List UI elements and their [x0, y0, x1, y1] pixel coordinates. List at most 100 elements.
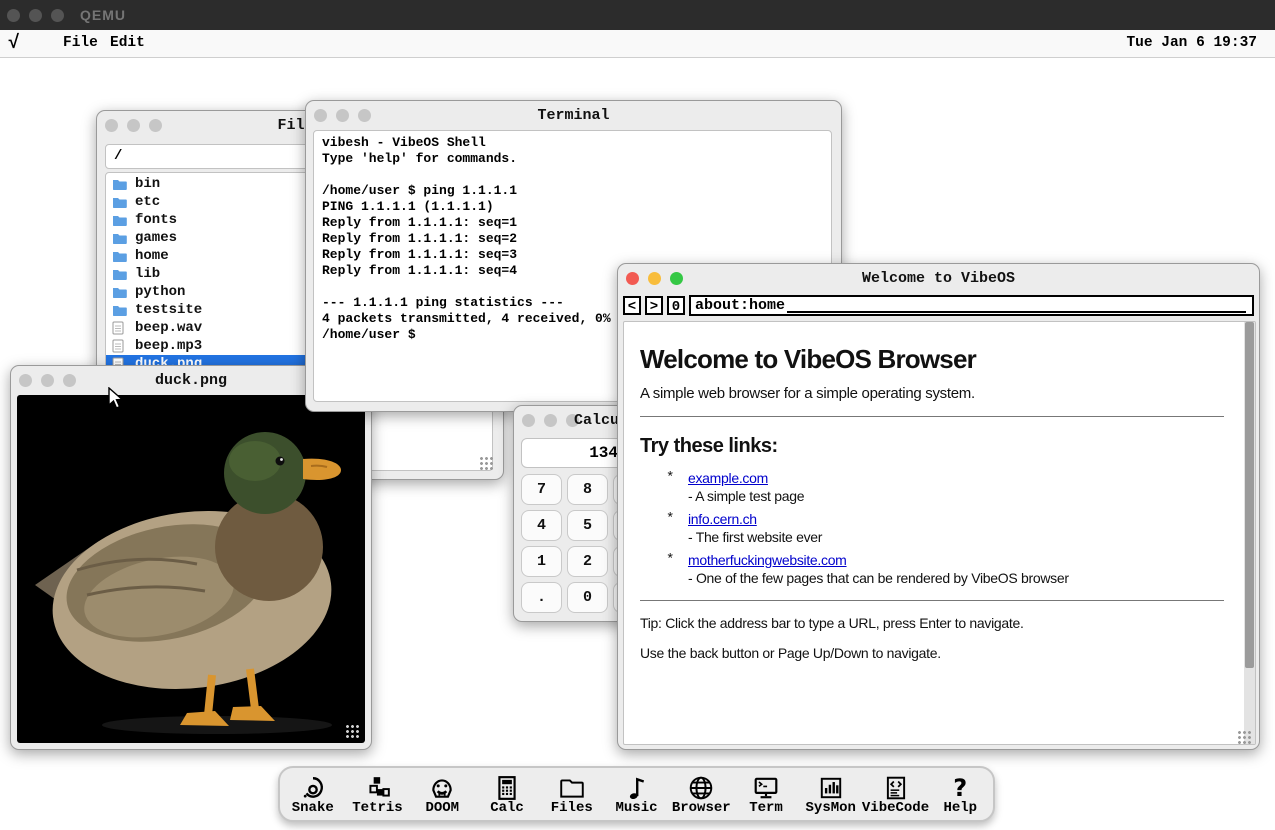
list-item: * example.com - A simple test page — [666, 470, 1224, 508]
qemu-titlebar: QEMU — [0, 0, 1275, 30]
terminal-titlebar[interactable]: Terminal — [306, 101, 841, 129]
file-icon — [112, 339, 128, 353]
folder-icon — [112, 249, 128, 263]
address-bar[interactable]: about:home — [689, 295, 1254, 316]
file-name: bin — [135, 176, 160, 192]
menu-file[interactable]: File — [63, 35, 98, 51]
dock-label: Browser — [672, 801, 731, 816]
link-motherfuckingwebsite-com[interactable]: motherfuckingwebsite.com — [688, 552, 847, 568]
link-example-com[interactable]: example.com — [688, 470, 768, 486]
forward-button[interactable]: > — [645, 296, 663, 315]
dock-label: VibeCode — [862, 801, 929, 816]
file-name: fonts — [135, 212, 177, 228]
calculator-display-value: 134 — [522, 439, 618, 467]
dock-item-help[interactable]: ? Help — [928, 773, 992, 816]
file-name: games — [135, 230, 177, 246]
bar-chart-icon — [818, 773, 844, 801]
file-name: etc — [135, 194, 160, 210]
calc-button-1[interactable]: 1 — [521, 546, 562, 577]
qemu-title: QEMU — [80, 7, 126, 23]
qemu-zoom-button[interactable] — [51, 9, 64, 22]
folder-icon — [112, 285, 128, 299]
calc-button-5[interactable]: 5 — [567, 510, 608, 541]
dock-label: Help — [943, 801, 977, 816]
file-name: python — [135, 284, 185, 300]
dock-label: Calc — [490, 801, 524, 816]
globe-icon — [688, 773, 714, 801]
file-icon — [112, 321, 128, 335]
link-description: - A simple test page — [688, 488, 804, 504]
tip-text: Use the back button or Page Up/Down to n… — [640, 645, 1224, 661]
link-info-cern-ch[interactable]: info.cern.ch — [688, 511, 757, 527]
resize-grip[interactable] — [1237, 730, 1252, 745]
mouse-cursor — [108, 387, 126, 416]
dock-label: Music — [615, 801, 657, 816]
terminal-line: Type 'help' for commands. — [322, 151, 823, 167]
dock-label: Snake — [292, 801, 334, 816]
dock-item-browser[interactable]: Browser — [669, 773, 733, 816]
snake-icon — [300, 773, 326, 801]
calc-button-7[interactable]: 7 — [521, 474, 562, 505]
resize-grip[interactable] — [345, 724, 360, 739]
calc-button-dot[interactable]: . — [521, 582, 562, 613]
duck-image — [17, 395, 365, 743]
back-button[interactable]: < — [623, 296, 641, 315]
resize-grip[interactable] — [479, 456, 494, 471]
terminal-line: Reply from 1.1.1.1: seq=1 — [322, 215, 823, 231]
folder-icon — [558, 773, 586, 801]
question-mark-icon: ? — [953, 773, 967, 801]
menu-edit[interactable]: Edit — [110, 35, 145, 51]
dock-item-sysmon[interactable]: SysMon — [799, 773, 863, 816]
browser-titlebar[interactable]: Welcome to VibeOS — [618, 264, 1259, 292]
scrollbar-track[interactable] — [1244, 322, 1255, 744]
dock-label: DOOM — [425, 801, 459, 816]
music-note-icon — [624, 773, 650, 801]
scrollbar-thumb[interactable] — [1245, 322, 1254, 668]
menu-clock: Tue Jan 6 19:37 — [1126, 35, 1257, 51]
dock-item-tetris[interactable]: Tetris — [346, 773, 410, 816]
terminal-line: PING 1.1.1.1 (1.1.1.1) — [322, 199, 823, 215]
duck-illustration — [17, 395, 365, 743]
list-item: * info.cern.ch - The first website ever — [666, 511, 1224, 549]
terminal-line: /home/user $ ping 1.1.1.1 — [322, 183, 823, 199]
dock-item-term[interactable]: Term — [734, 773, 798, 816]
browser-page: Welcome to VibeOS Browser A simple web b… — [624, 322, 1244, 744]
dock-label: Tetris — [352, 801, 402, 816]
terminal-line: vibesh - VibeOS Shell — [322, 135, 823, 151]
code-document-icon — [883, 773, 909, 801]
browser-title: Welcome to VibeOS — [618, 270, 1259, 287]
folder-icon — [112, 303, 128, 317]
dock-item-music[interactable]: Music — [605, 773, 669, 816]
calc-button-0[interactable]: 0 — [567, 582, 608, 613]
home-button[interactable]: 0 — [667, 296, 685, 315]
vibeos-logo: √ — [8, 32, 19, 54]
doom-icon — [429, 773, 455, 801]
folder-icon — [112, 177, 128, 191]
list-item: * motherfuckingwebsite.com - One of the … — [666, 552, 1224, 590]
terminal-icon — [753, 773, 779, 801]
tetris-icon — [365, 773, 391, 801]
browser-window: Welcome to VibeOS < > 0 about:home Welco… — [617, 263, 1260, 750]
list-bullet: * — [666, 552, 688, 590]
links-heading: Try these links: — [640, 435, 1224, 458]
dock-item-vibecode[interactable]: VibeCode — [864, 773, 928, 816]
folder-icon — [112, 195, 128, 209]
address-caret — [787, 298, 1246, 313]
link-description: - The first website ever — [688, 529, 822, 545]
qemu-minimize-button[interactable] — [29, 9, 42, 22]
dock-item-doom[interactable]: DOOM — [410, 773, 474, 816]
dock-item-calc[interactable]: Calc — [475, 773, 539, 816]
qemu-close-button[interactable] — [7, 9, 20, 22]
dock-item-files[interactable]: Files — [540, 773, 604, 816]
link-description: - One of the few pages that can be rende… — [688, 570, 1069, 586]
calc-button-4[interactable]: 4 — [521, 510, 562, 541]
dock-label: Term — [749, 801, 783, 816]
calc-button-2[interactable]: 2 — [567, 546, 608, 577]
dock: Snake Tetris DOOM — [278, 766, 995, 822]
calc-button-8[interactable]: 8 — [567, 474, 608, 505]
folder-icon — [112, 267, 128, 281]
file-name: testsite — [135, 302, 202, 318]
divider — [640, 416, 1224, 417]
terminal-line — [322, 167, 823, 183]
dock-item-snake[interactable]: Snake — [281, 773, 345, 816]
